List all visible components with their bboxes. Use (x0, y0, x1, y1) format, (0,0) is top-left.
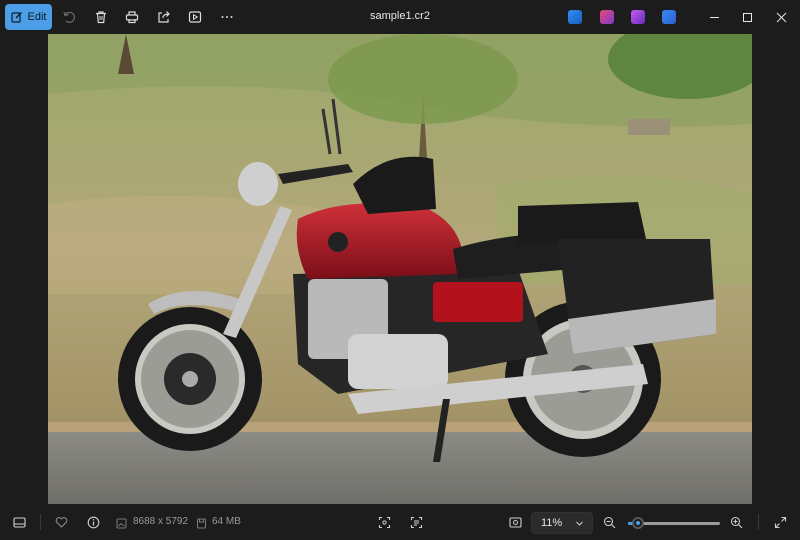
delete-icon[interactable] (92, 8, 110, 26)
app-2-icon[interactable] (600, 10, 614, 24)
motorcycle-photo (48, 34, 752, 504)
filmstrip-icon[interactable] (11, 514, 27, 530)
close-button[interactable] (772, 8, 790, 26)
photo-canvas[interactable] (48, 34, 752, 504)
crop-icon[interactable] (376, 514, 392, 530)
print-icon[interactable] (123, 8, 141, 26)
zoom-slider-thumb[interactable] (632, 517, 644, 529)
status-bar: 8688 x 5792 64 MB 11% (0, 504, 800, 540)
minimize-icon (709, 16, 719, 18)
favorite-icon[interactable] (53, 514, 69, 530)
edit-icon (10, 12, 22, 23)
slideshow-icon[interactable] (186, 8, 204, 26)
file-title: sample1.cr2 (370, 10, 430, 22)
info-icon[interactable] (85, 514, 101, 530)
file-size: 64 MB (212, 516, 241, 527)
image-dimensions: 8688 x 5792 (133, 516, 189, 527)
zoom-in-icon[interactable] (728, 514, 744, 530)
close-icon (776, 12, 786, 22)
divider (40, 514, 41, 530)
chevron-down-icon (576, 521, 583, 526)
dimensions-icon (116, 516, 127, 529)
fit-to-window-icon[interactable] (507, 514, 523, 530)
zoom-level-dropdown[interactable]: 11% (531, 512, 593, 534)
fullscreen-icon[interactable] (772, 514, 788, 530)
zoom-slider[interactable] (628, 517, 720, 529)
rotate-icon[interactable] (60, 8, 78, 26)
file-size-icon (196, 516, 207, 529)
text-recognition-icon[interactable] (408, 514, 424, 530)
more-icon[interactable] (218, 8, 236, 26)
minimize-button[interactable] (705, 8, 723, 26)
zoom-out-icon[interactable] (601, 514, 617, 530)
app-4-icon[interactable] (662, 10, 676, 24)
zoom-level: 11% (541, 517, 563, 529)
edit-button-label: Edit (27, 11, 47, 23)
share-icon[interactable] (155, 8, 173, 26)
title-bar: Edit sample1.cr2 (0, 0, 800, 34)
app-3-icon[interactable] (631, 10, 645, 24)
edit-button[interactable]: Edit (5, 4, 52, 30)
maximize-button[interactable] (738, 8, 756, 26)
app-1-icon[interactable] (568, 10, 582, 24)
divider (758, 514, 759, 530)
maximize-icon (742, 12, 752, 22)
